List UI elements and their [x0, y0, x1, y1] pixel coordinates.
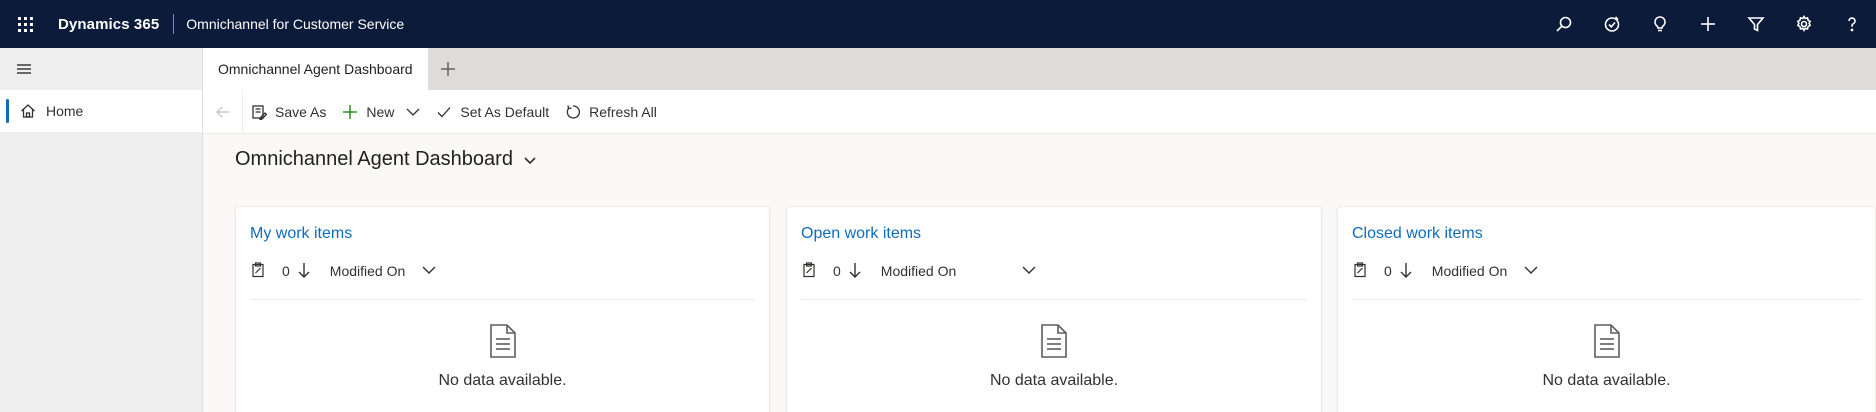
app-name[interactable]: Omnichannel for Customer Service [186, 16, 404, 32]
back-button[interactable] [203, 89, 243, 134]
search-button[interactable] [1540, 0, 1588, 48]
sort-direction-button[interactable] [290, 262, 312, 281]
set-as-default-label: Set As Default [460, 103, 550, 120]
open-work-items-card: Open work items 0 Modified On No data av… [786, 206, 1322, 412]
save-as-icon [252, 104, 267, 120]
card-title[interactable]: Open work items [801, 225, 921, 243]
top-icon-group [1540, 0, 1876, 48]
arrow-down-icon [849, 262, 861, 278]
set-as-default-button[interactable]: Set As Default [428, 90, 557, 134]
tasks-button[interactable] [1588, 0, 1636, 48]
waffle-icon [17, 16, 33, 32]
chevron-down-icon [524, 156, 536, 164]
new-dashboard-button[interactable]: New [334, 90, 428, 134]
page-title: Omnichannel Agent Dashboard [235, 148, 513, 170]
plus-icon [343, 104, 358, 119]
checkmark-icon [437, 106, 451, 117]
filter-icon [1747, 17, 1765, 32]
help-button[interactable] [1828, 0, 1876, 48]
divider [1352, 299, 1861, 300]
home-icon [21, 104, 35, 118]
sort-field-label[interactable]: Modified On [1432, 263, 1507, 279]
tab-omnichannel-agent-dashboard[interactable]: Omnichannel Agent Dashboard [203, 48, 428, 90]
sort-direction-button[interactable] [841, 262, 863, 281]
ideas-button[interactable] [1636, 0, 1684, 48]
selected-indicator [6, 99, 9, 123]
arrow-left-icon [215, 106, 229, 117]
brand-divider [173, 14, 175, 34]
sidebar-item-label: Home [46, 103, 84, 119]
command-bar: Save As New Set As Default Refresh All [203, 89, 1876, 134]
search-icon [1556, 16, 1572, 32]
clipboard-icon[interactable] [250, 261, 266, 281]
arrow-down-icon [1400, 262, 1412, 278]
empty-state-text: No data available. [1542, 372, 1671, 389]
my-work-items-card: My work items 0 Modified On No data avai… [235, 206, 770, 412]
top-nav-bar: Dynamics 365 Omnichannel for Customer Se… [0, 0, 1876, 48]
tab-label: Omnichannel Agent Dashboard [218, 61, 413, 77]
record-count: 0 [282, 263, 290, 279]
document-icon [487, 323, 519, 364]
record-count: 0 [1384, 263, 1392, 279]
divider [801, 299, 1307, 300]
divider [250, 299, 755, 300]
plus-icon [440, 62, 455, 76]
sort-field-label[interactable]: Modified On [330, 263, 405, 279]
empty-state-text: No data available. [438, 372, 567, 389]
tab-strip: Omnichannel Agent Dashboard [203, 48, 1876, 90]
sort-field-dropdown[interactable] [421, 262, 437, 281]
closed-work-items-card: Closed work items 0 Modified On No data … [1337, 206, 1876, 412]
chevron-down-icon [422, 266, 436, 274]
document-icon [1591, 323, 1623, 364]
card-toolbar: 0 Modified On [801, 259, 1037, 283]
clipboard-icon[interactable] [1352, 261, 1368, 281]
task-check-icon [1604, 16, 1620, 32]
nav-toggle-button[interactable] [0, 48, 202, 90]
sort-direction-button[interactable] [1392, 262, 1414, 281]
clipboard-icon[interactable] [801, 261, 817, 281]
card-title[interactable]: Closed work items [1352, 225, 1483, 243]
card-toolbar: 0 Modified On [1352, 259, 1539, 283]
sort-field-dropdown[interactable] [1523, 262, 1539, 281]
new-label: New [366, 103, 395, 120]
hamburger-icon [17, 64, 31, 74]
refresh-all-label: Refresh All [589, 103, 657, 120]
sidebar-item-home[interactable]: Home [0, 90, 202, 132]
save-as-label: Save As [275, 103, 327, 120]
card-title[interactable]: My work items [250, 225, 352, 243]
brand-name[interactable]: Dynamics 365 [58, 16, 159, 33]
help-icon [1848, 17, 1856, 32]
left-nav: Home [0, 48, 203, 412]
sort-field-label[interactable]: Modified On [881, 263, 956, 279]
sort-field-dropdown[interactable] [1021, 262, 1037, 281]
arrow-down-icon [298, 262, 310, 278]
add-tab-button[interactable] [428, 48, 468, 90]
empty-state-text: No data available. [989, 372, 1119, 389]
settings-button[interactable] [1780, 0, 1828, 48]
filter-button[interactable] [1732, 0, 1780, 48]
card-toolbar: 0 Modified On [250, 259, 437, 283]
refresh-icon [566, 104, 581, 119]
gear-icon [1796, 15, 1812, 32]
new-button[interactable] [1684, 0, 1732, 48]
plus-icon [1701, 17, 1715, 31]
dashboard-selector[interactable]: Omnichannel Agent Dashboard [235, 148, 537, 171]
save-as-button[interactable]: Save As [243, 90, 334, 134]
chevron-down-icon [1022, 266, 1036, 274]
app-launcher-button[interactable] [0, 0, 50, 48]
chevron-down-icon[interactable] [406, 105, 420, 119]
chevron-down-icon [1524, 266, 1538, 274]
refresh-all-button[interactable]: Refresh All [557, 90, 665, 134]
document-icon [1038, 323, 1070, 364]
lightbulb-icon [1654, 16, 1666, 32]
record-count: 0 [833, 263, 841, 279]
